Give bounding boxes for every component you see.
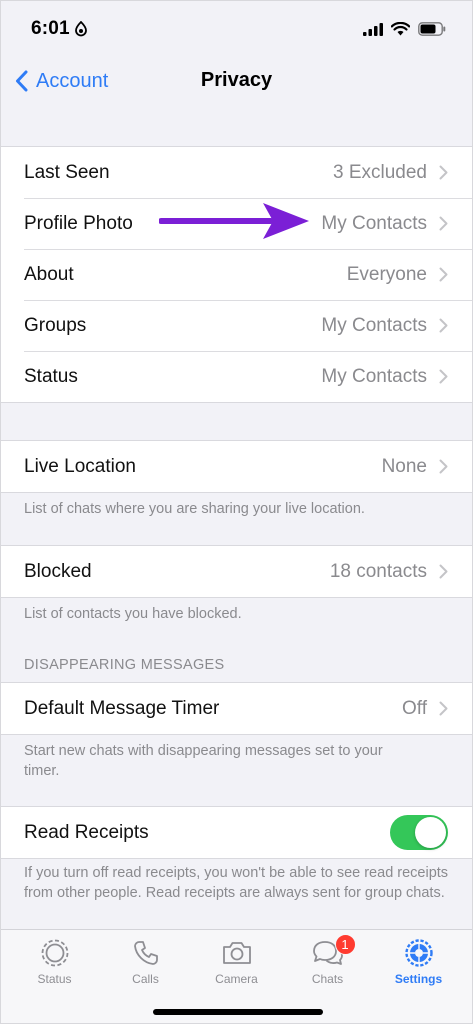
row-value: 18 contacts xyxy=(329,560,427,582)
row-label: About xyxy=(24,263,74,285)
privacy-screen: 6:01 Account Privacy Last Seen 3 Exclude… xyxy=(0,0,473,1024)
read-receipts-group: Read Receipts xyxy=(1,806,472,859)
chevron-right-icon xyxy=(439,318,448,333)
camera-icon xyxy=(222,942,251,964)
wifi-icon xyxy=(391,22,410,36)
row-value: Off xyxy=(402,697,427,719)
status-icons xyxy=(363,22,446,36)
chevron-right-icon xyxy=(439,165,448,180)
tab-calls[interactable]: Calls xyxy=(101,930,191,994)
chevron-right-icon xyxy=(439,369,448,384)
read-receipts-toggle[interactable] xyxy=(390,815,448,850)
chevron-right-icon xyxy=(439,267,448,282)
row-value: 3 Excluded xyxy=(332,161,427,183)
navigation-bar: Account Privacy xyxy=(1,57,472,105)
status-bar: 6:01 xyxy=(1,1,472,57)
row-about[interactable]: About Everyone xyxy=(1,249,472,300)
row-label: Groups xyxy=(24,314,87,336)
blocked-footnote: List of contacts you have blocked. xyxy=(24,606,242,622)
whatsapp-status-icon xyxy=(74,21,87,37)
tab-label: Status xyxy=(37,972,72,986)
status-icon xyxy=(41,939,68,967)
tab-label: Calls xyxy=(132,972,159,986)
read-receipts-footnote: If you turn off read receipts, you won't… xyxy=(24,865,449,901)
row-label: Last Seen xyxy=(24,161,110,183)
row-last-seen[interactable]: Last Seen 3 Excluded xyxy=(1,147,472,198)
chevron-right-icon xyxy=(439,216,448,231)
tab-settings[interactable]: Settings xyxy=(374,930,464,994)
row-live-location[interactable]: Live Location None xyxy=(1,441,472,492)
tab-label: Settings xyxy=(394,972,443,986)
disappearing-footnote: Start new chats with disappearing messag… xyxy=(24,743,383,779)
phone-icon xyxy=(133,941,158,965)
row-value: My Contacts xyxy=(321,365,427,387)
live-location-group: Live Location None xyxy=(1,440,472,493)
unread-badge: 1 xyxy=(334,934,356,955)
cellular-signal-icon xyxy=(363,22,383,36)
disappearing-section-header: DISAPPEARING MESSAGES xyxy=(24,657,225,673)
row-default-message-timer[interactable]: Default Message Timer Off xyxy=(1,683,472,734)
row-label: Default Message Timer xyxy=(24,697,220,719)
tab-chats[interactable]: 1 Chats xyxy=(283,930,373,994)
row-label: Live Location xyxy=(24,455,136,477)
row-label: Status xyxy=(24,365,78,387)
tab-camera[interactable]: Camera xyxy=(192,930,282,994)
chevron-right-icon xyxy=(439,701,448,716)
live-location-footnote: List of chats where you are sharing your… xyxy=(24,501,365,517)
page-title: Privacy xyxy=(200,69,273,91)
blocked-group: Blocked 18 contacts xyxy=(1,545,472,598)
row-blocked[interactable]: Blocked 18 contacts xyxy=(1,546,472,597)
chevron-right-icon xyxy=(439,564,448,579)
row-status[interactable]: Status My Contacts xyxy=(1,351,472,402)
disappearing-group: Default Message Timer Off xyxy=(1,682,472,735)
row-value: Everyone xyxy=(346,263,427,285)
row-value: My Contacts xyxy=(321,314,427,336)
row-label: Profile Photo xyxy=(24,212,133,234)
row-value: None xyxy=(381,455,427,477)
tab-label: Camera xyxy=(215,972,258,986)
status-time: 6:01 xyxy=(31,18,88,40)
gear-icon xyxy=(404,939,433,967)
toggle-knob xyxy=(415,817,446,848)
row-label: Read Receipts xyxy=(24,821,149,843)
tab-label: Chats xyxy=(311,972,344,986)
home-indicator xyxy=(153,1009,323,1015)
annotation-arrow-icon xyxy=(159,203,309,239)
row-value: My Contacts xyxy=(321,212,427,234)
privacy-visibility-group: Last Seen 3 Excluded Profile Photo My Co… xyxy=(1,146,472,403)
tab-bar: Status Calls Camera 1 Chats Settings xyxy=(1,929,472,1023)
battery-icon xyxy=(418,22,446,36)
row-read-receipts: Read Receipts xyxy=(1,807,472,858)
chevron-right-icon xyxy=(439,459,448,474)
row-groups[interactable]: Groups My Contacts xyxy=(1,300,472,351)
row-label: Blocked xyxy=(24,560,92,582)
tab-status[interactable]: Status xyxy=(10,930,100,994)
